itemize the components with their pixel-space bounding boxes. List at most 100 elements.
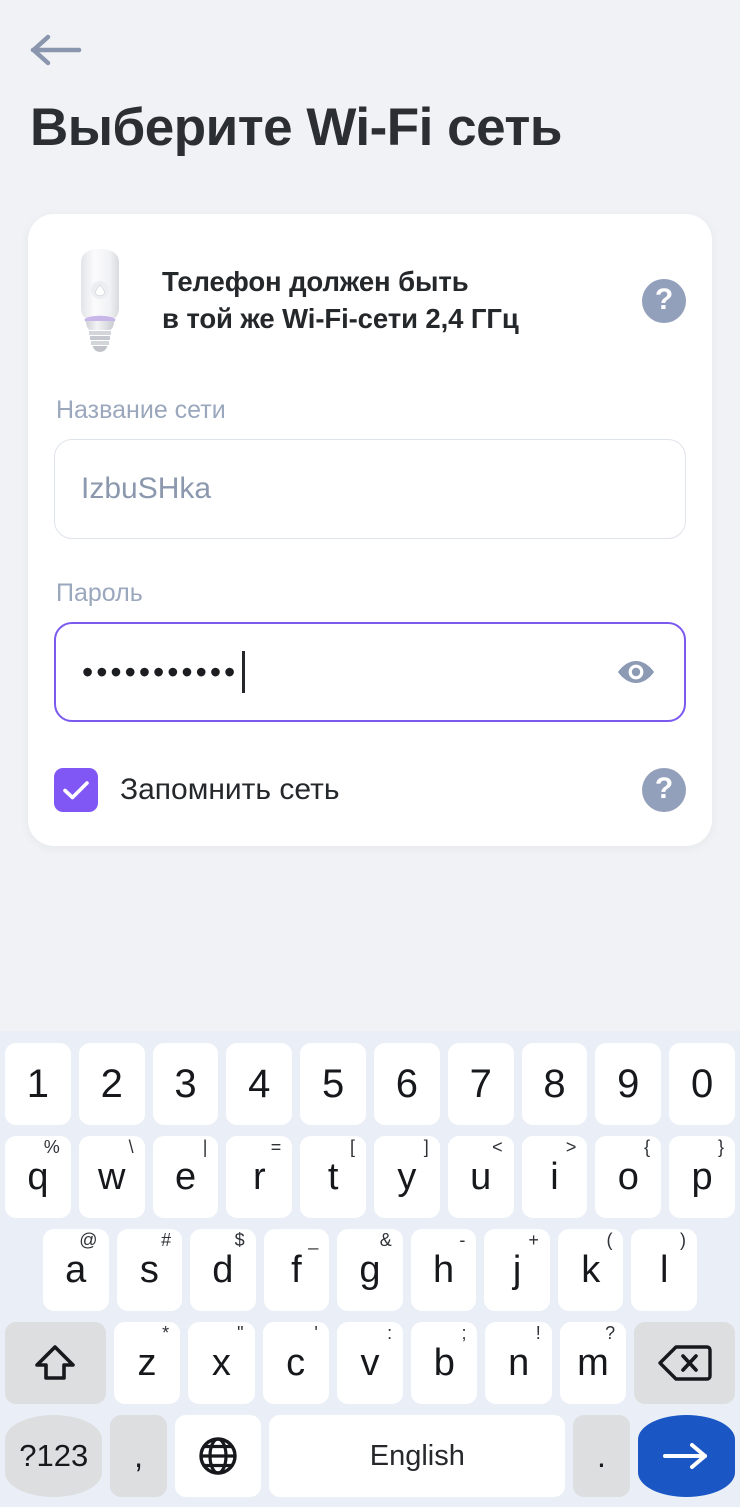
key-x-sup: " [237,1323,244,1343]
key-2[interactable]: 2 [78,1043,145,1125]
key-n-label: n [508,1341,530,1384]
key-a-sup: @ [79,1230,98,1250]
keyboard-row-qwerty: % q \ w | e = r [t ] y < u > i {o } p [5,1136,735,1218]
period-key[interactable]: . [573,1415,630,1497]
key-q[interactable]: % q [5,1136,71,1218]
key-k-label: k [581,1248,601,1291]
key-y-sup: ] [423,1137,429,1157]
key-h-sup: - [459,1230,466,1250]
key-c-label: c [286,1341,306,1384]
key-6[interactable]: 6 [374,1043,440,1125]
key-r-label: r [252,1155,266,1198]
remember-network-checkbox[interactable] [54,767,98,812]
key-i-sup: > [565,1137,577,1157]
key-p-label: p [691,1155,713,1198]
remember-network-label: Запомнить сеть [120,772,340,806]
key-v-label: v [360,1341,380,1384]
key-z-sup: * [162,1323,170,1343]
key-y[interactable]: ] y [374,1136,440,1218]
key-q-sup: % [43,1137,60,1157]
key-j-label: j [512,1248,522,1291]
hint-help-icon[interactable]: ? [642,278,686,323]
key-e[interactable]: | e [152,1136,219,1218]
key-o-sup: { [644,1137,651,1157]
space-key[interactable]: English [269,1415,566,1497]
key-k[interactable]: (k [557,1229,624,1311]
key-i[interactable]: > i [521,1136,588,1218]
key-u[interactable]: < u [447,1136,514,1218]
key-g-sup: & [379,1230,392,1250]
back-button[interactable] [28,22,84,78]
key-v[interactable]: :v [336,1322,404,1404]
key-k-sup: ( [606,1230,613,1250]
hint-row: Телефон должен быть в той же Wi-Fi-сети … [54,238,686,362]
password-input[interactable]: ••••••••••• [54,621,686,722]
shift-key[interactable] [5,1322,106,1404]
key-b[interactable]: ; b [411,1322,478,1404]
password-label: Пароль [56,578,143,607]
key-g[interactable]: & g [337,1229,403,1311]
key-n[interactable]: ! n [485,1322,552,1404]
key-7[interactable]: 7 [447,1043,514,1125]
wifi-setup-screen: Выберите Wi-Fi сеть Телефон должен быть … [0,0,740,1507]
key-l[interactable]: ) l [631,1229,698,1311]
arrow-left-icon [29,30,83,70]
key-h-label: h [432,1248,455,1291]
key-s-sup: # [161,1230,172,1250]
key-r[interactable]: = r [226,1136,293,1218]
key-t[interactable]: [t [300,1136,366,1218]
eye-icon[interactable] [614,650,658,694]
key-p-sup: } [717,1137,724,1157]
key-b-label: b [433,1341,455,1384]
key-1[interactable]: 1 [5,1043,71,1125]
key-a-label: a [65,1248,87,1291]
key-f[interactable]: _ f [263,1229,330,1311]
key-c[interactable]: ' c [262,1322,329,1404]
globe-icon [196,1434,240,1478]
key-m-label: m [577,1341,609,1384]
key-s[interactable]: # s [116,1229,183,1311]
key-5[interactable]: 5 [300,1043,366,1125]
key-i-label: i [550,1155,559,1198]
key-c-sup: ' [314,1323,318,1343]
comma-key[interactable]: , [110,1415,167,1497]
remember-help-icon[interactable]: ? [642,767,686,812]
key-s-label: s [139,1248,159,1291]
key-q-label: q [27,1155,49,1198]
key-w-label: w [97,1155,126,1198]
language-switch-key[interactable] [174,1415,262,1497]
symbols-key[interactable]: ?123 [5,1415,103,1497]
key-g-label: g [359,1248,381,1291]
key-0[interactable]: 0 [669,1043,735,1125]
key-n-sup: ! [535,1323,541,1343]
key-x[interactable]: " x [188,1322,255,1404]
network-name-input[interactable]: IzbuSHka [54,438,686,539]
key-a[interactable]: @ a [42,1229,109,1311]
key-b-sup: ; [461,1323,467,1343]
toolbar [0,0,740,100]
key-t-label: t [327,1155,339,1198]
key-m-sup: ? [605,1323,616,1343]
key-p[interactable]: } p [669,1136,735,1218]
key-u-label: u [470,1155,492,1198]
key-8[interactable]: 8 [521,1043,588,1125]
key-l-label: l [660,1248,669,1291]
key-m[interactable]: ? m [559,1322,627,1404]
key-9[interactable]: 9 [595,1043,662,1125]
key-d[interactable]: $ d [190,1229,256,1311]
key-j[interactable]: + j [484,1229,550,1311]
key-e-sup: | [202,1137,208,1157]
app-content-area: Выберите Wi-Fi сеть Телефон должен быть … [0,0,740,846]
remember-network-row[interactable]: Запомнить сеть ? [54,767,686,812]
key-o[interactable]: {o [595,1136,662,1218]
key-f-sup: _ [308,1230,319,1250]
key-w[interactable]: \ w [78,1136,145,1218]
key-z[interactable]: * z [113,1322,181,1404]
enter-key[interactable] [637,1415,735,1497]
key-e-label: e [174,1155,197,1198]
key-4[interactable]: 4 [226,1043,293,1125]
backspace-key[interactable] [634,1322,735,1404]
key-3[interactable]: 3 [152,1043,219,1125]
key-y-label: y [397,1155,417,1198]
key-h[interactable]: -h [410,1229,477,1311]
